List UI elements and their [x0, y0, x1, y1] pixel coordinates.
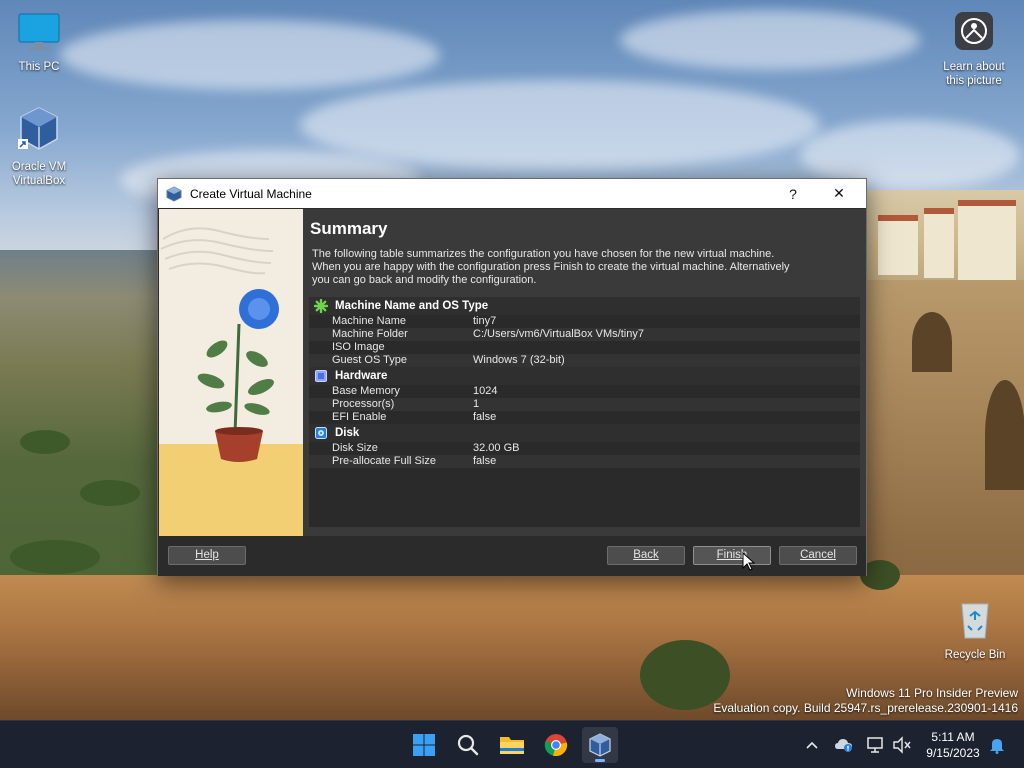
active-app-indicator: [595, 759, 605, 762]
virtualbox-shortcut[interactable]: Oracle VM VirtualBox: [2, 106, 76, 188]
notification-bell-icon: [990, 739, 1004, 754]
green-star-icon: [314, 299, 328, 313]
volume-tray[interactable]: [890, 721, 914, 768]
table-row: Processor(s) 1: [309, 398, 860, 411]
row-value: Windows 7 (32-bit): [473, 354, 565, 366]
table-row: Pre-allocate Full Size false: [309, 455, 860, 468]
network-icon: [867, 737, 883, 753]
row-key: Machine Folder: [332, 328, 408, 340]
mouse-cursor-icon: [742, 552, 756, 571]
file-explorer-button[interactable]: [494, 727, 530, 763]
section-title: Disk: [335, 427, 360, 439]
monitor-icon: [2, 12, 76, 56]
start-button[interactable]: [406, 727, 442, 763]
flower-pot-illustration: [159, 227, 303, 536]
notification-center-button[interactable]: [986, 721, 1008, 768]
virtualbox-label: Oracle VM VirtualBox: [11, 161, 67, 187]
dialog-button-bar: Help Back Finish Cancel: [158, 536, 866, 576]
description-line-1: The following table summarizes the confi…: [312, 248, 775, 260]
dialog-title: Create Virtual Machine: [190, 186, 312, 201]
onedrive-tray[interactable]: [832, 721, 856, 768]
help-button[interactable]: Help: [168, 546, 246, 565]
chip-icon: [314, 369, 328, 383]
start-icon: [413, 734, 435, 756]
search-button[interactable]: [450, 727, 486, 763]
chrome-button[interactable]: [538, 727, 574, 763]
network-tray[interactable]: [864, 721, 888, 768]
create-vm-dialog: Create Virtual Machine ? ✕ Summary The f…: [157, 178, 867, 576]
virtualbox-cube-icon: [166, 185, 182, 202]
chevron-up-icon: [806, 741, 818, 749]
section-hardware: Hardware: [309, 367, 860, 385]
close-button[interactable]: ✕: [816, 179, 862, 208]
row-key: EFI Enable: [332, 411, 387, 423]
summary-description: The following table summarizes the confi…: [312, 248, 802, 287]
row-value: tiny7: [473, 315, 497, 327]
taskbar: 5:11 AM 9/15/2023: [0, 720, 1024, 768]
search-icon: [457, 734, 479, 756]
table-row: Machine Name tiny7: [309, 315, 860, 328]
recycle-bin-shortcut[interactable]: Recycle Bin: [938, 598, 1012, 662]
section-title: Machine Name and OS Type: [335, 300, 489, 312]
virtualbox-cube-icon: [2, 106, 76, 156]
table-row: EFI Enable false: [309, 411, 860, 424]
volume-muted-icon: [893, 736, 911, 754]
virtualbox-taskbar-button[interactable]: [582, 727, 618, 763]
row-key: Guest OS Type: [332, 354, 408, 366]
row-value: [473, 341, 860, 354]
onedrive-icon: [835, 739, 852, 752]
file-explorer-icon: [500, 737, 524, 754]
clock-time: 5:11 AM: [931, 730, 975, 744]
show-hidden-icons-button[interactable]: [800, 721, 824, 768]
chrome-icon: [544, 734, 568, 757]
windows-watermark: Windows 11 Pro Insider Preview Evaluatio…: [713, 686, 1018, 716]
help-question-button[interactable]: ?: [770, 179, 816, 208]
row-key: Machine Name: [332, 315, 406, 327]
recycle-bin-icon: [938, 598, 1012, 644]
section-disk: Disk: [309, 424, 860, 442]
description-line-3: you can go back and modify the configura…: [312, 274, 537, 286]
row-value: 1: [473, 398, 480, 410]
row-value: 32.00 GB: [473, 442, 520, 454]
learn-picture-label: Learn about this picture: [943, 61, 1005, 87]
finish-button[interactable]: Finish: [693, 546, 771, 565]
learn-about-picture-shortcut[interactable]: Learn about this picture: [937, 10, 1011, 88]
table-row: Machine Folder C:/Users/vm6/VirtualBox VM…: [309, 328, 860, 341]
section-title: Hardware: [335, 370, 388, 382]
row-value: false: [473, 455, 497, 467]
description-line-2: When you are happy with the configuratio…: [312, 261, 790, 273]
cancel-button[interactable]: Cancel: [779, 546, 857, 565]
table-row: Guest OS Type Windows 7 (32-bit): [309, 354, 860, 367]
row-key: Processor(s): [332, 398, 395, 410]
section-machine-name: Machine Name and OS Type: [309, 297, 860, 315]
row-key: Pre-allocate Full Size: [332, 455, 436, 467]
virtualbox-icon: [589, 733, 611, 757]
row-value: C:/Users/vm6/VirtualBox VMs/tiny7: [473, 328, 644, 340]
row-key: Base Memory: [332, 385, 400, 397]
table-row: ISO Image: [309, 341, 860, 354]
summary-page: Summary The following table summarizes t…: [303, 209, 866, 536]
clock-date: 9/15/2023: [926, 746, 980, 760]
page-title: Summary: [310, 219, 388, 238]
disk-icon: [314, 426, 328, 440]
this-pc-label: This PC: [18, 61, 60, 73]
row-key: ISO Image: [332, 341, 385, 353]
summary-table[interactable]: Machine Name and OS Type Machine Name tin…: [309, 297, 860, 527]
taskbar-clock[interactable]: 5:11 AM 9/15/2023: [918, 729, 988, 761]
watermark-line-1: Windows 11 Pro Insider Preview: [846, 686, 1018, 700]
this-pc-shortcut[interactable]: This PC: [2, 12, 76, 74]
back-button[interactable]: Back: [607, 546, 685, 565]
row-key: Disk Size: [332, 442, 378, 454]
dialog-titlebar[interactable]: Create Virtual Machine ? ✕: [158, 179, 866, 208]
wizard-illustration: [159, 209, 303, 536]
table-row: Disk Size 32.00 GB: [309, 442, 860, 455]
recycle-bin-label: Recycle Bin: [944, 649, 1006, 661]
row-value: 1024: [473, 385, 498, 397]
learn-picture-icon: [937, 10, 1011, 56]
watermark-line-2: Evaluation copy. Build 25947.rs_prerelea…: [713, 701, 1018, 715]
row-value: false: [473, 411, 497, 423]
table-row: Base Memory 1024: [309, 385, 860, 398]
